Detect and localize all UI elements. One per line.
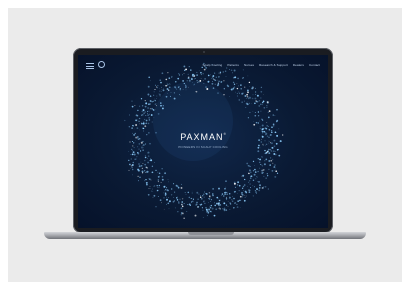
laptop-notch bbox=[188, 232, 234, 235]
laptop: Scalp Cooling Patients Nurses Research &… bbox=[0, 0, 411, 290]
website-screen: Scalp Cooling Patients Nurses Research &… bbox=[78, 55, 328, 228]
menu-icon[interactable] bbox=[86, 63, 94, 69]
brand-mark: ® bbox=[223, 132, 226, 136]
nav-item-research-support[interactable]: Research & Support bbox=[259, 63, 288, 67]
brand-tagline: PIONEERS IN SCALP COOLING bbox=[178, 145, 228, 149]
site-nav: Scalp Cooling Patients Nurses Research &… bbox=[203, 63, 320, 67]
nav-item-nurses[interactable]: Nurses bbox=[244, 63, 254, 67]
nav-item-scalp-cooling[interactable]: Scalp Cooling bbox=[203, 63, 223, 67]
brand-name: PAXMAN bbox=[180, 132, 224, 142]
logo-ring-icon[interactable] bbox=[98, 61, 105, 68]
nav-item-contact[interactable]: Contact bbox=[309, 63, 320, 67]
nav-item-patients[interactable]: Patients bbox=[227, 63, 239, 67]
brand-logo: PAXMAN® bbox=[78, 132, 328, 142]
camera-icon bbox=[203, 51, 205, 53]
nav-item-dealers[interactable]: Dealers bbox=[293, 63, 304, 67]
